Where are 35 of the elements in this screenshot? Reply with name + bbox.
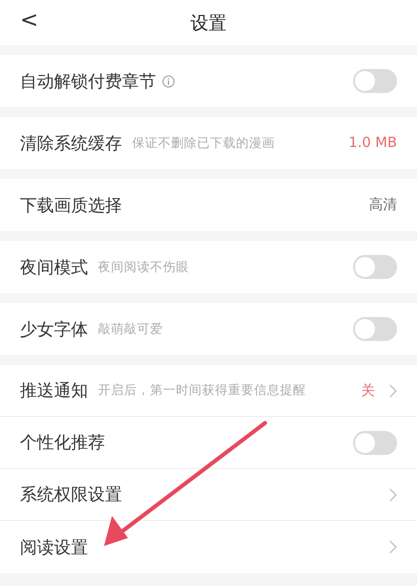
settings-row[interactable]: 阅读设置	[0, 521, 417, 573]
setting-label: 系统权限设置	[20, 484, 122, 506]
setting-hint: 敲萌敲可爱	[98, 320, 163, 338]
setting-label: 个性化推荐	[20, 432, 105, 454]
setting-label: 推送通知	[20, 380, 88, 402]
settings-row[interactable]: 夜间模式 夜间阅读不伤眼	[0, 241, 417, 293]
toggle-switch[interactable]	[353, 69, 397, 93]
settings-row[interactable]: 推送通知 开启后，第一时间获得重要信息提醒 关	[0, 365, 417, 417]
toggle-switch[interactable]	[353, 255, 397, 279]
chevron-right-icon	[389, 540, 397, 554]
setting-value: 关	[361, 382, 375, 400]
settings-row[interactable]: 自动解锁付费章节	[0, 55, 417, 107]
setting-label: 下载画质选择	[20, 194, 122, 216]
setting-label: 清除系统缓存	[20, 132, 122, 154]
toggle-switch[interactable]	[353, 430, 397, 454]
chevron-right-icon	[389, 488, 397, 502]
info-icon[interactable]	[162, 74, 175, 88]
setting-hint: 开启后，第一时间获得重要信息提醒	[98, 382, 306, 399]
settings-row[interactable]: 系统权限设置	[0, 469, 417, 521]
setting-value: 1.0 MB	[348, 135, 397, 151]
settings-row[interactable]: 下载画质选择 高清	[0, 179, 417, 231]
setting-label: 阅读设置	[20, 536, 88, 558]
settings-row[interactable]: 少女字体 敲萌敲可爱	[0, 303, 417, 355]
back-button[interactable]: <	[14, 6, 44, 35]
chevron-right-icon	[389, 384, 397, 398]
setting-hint: 保证不删除已下载的漫画	[132, 134, 275, 152]
settings-row[interactable]: 清除系统缓存 保证不删除已下载的漫画 1.0 MB	[0, 117, 417, 169]
setting-label: 自动解锁付费章节	[20, 70, 156, 92]
page-title: 设置	[190, 12, 226, 34]
setting-label: 夜间模式	[20, 256, 88, 278]
setting-value: 高清	[369, 196, 397, 214]
setting-label: 少女字体	[20, 318, 88, 340]
toggle-switch[interactable]	[353, 317, 397, 341]
setting-hint: 夜间阅读不伤眼	[98, 258, 189, 276]
settings-row[interactable]: 个性化推荐	[0, 417, 417, 469]
